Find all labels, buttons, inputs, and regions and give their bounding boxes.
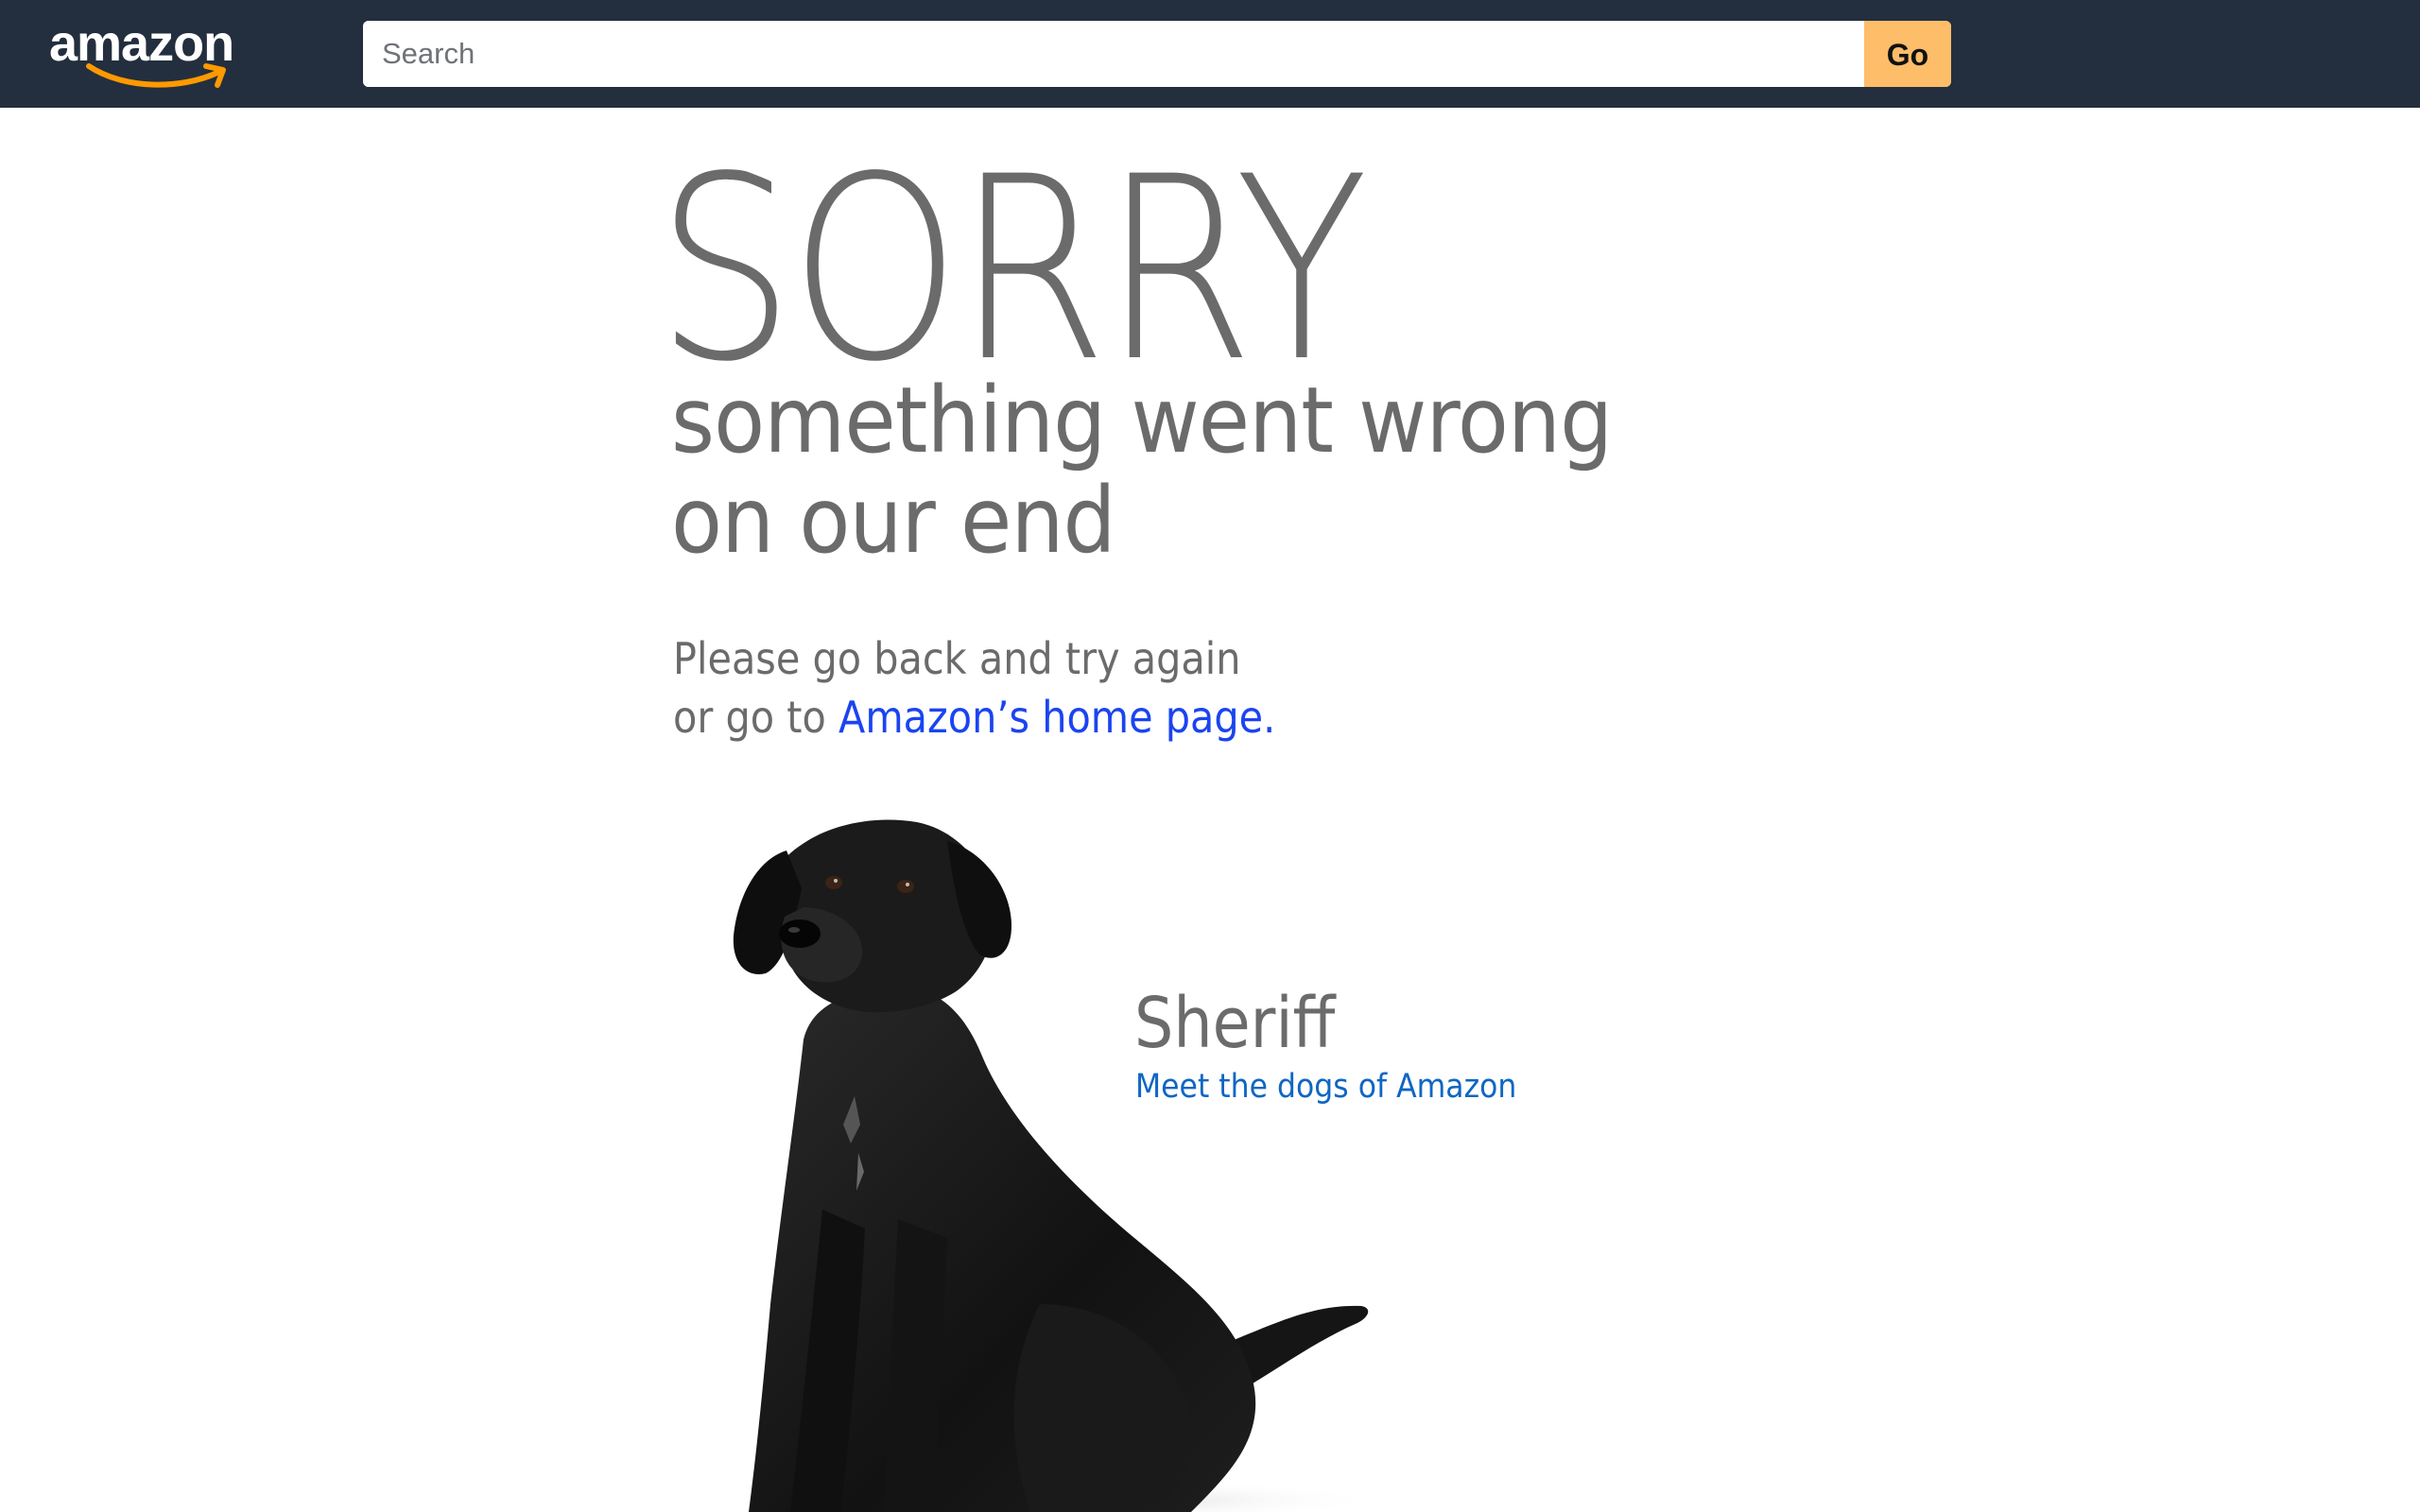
message-line-2-prefix: or go to (673, 692, 839, 743)
home-page-link[interactable]: Amazon’s home page. (838, 692, 1275, 743)
search-input[interactable] (363, 21, 1864, 87)
message-line-1: Please go back and try again (673, 633, 1241, 684)
dog-photo (733, 819, 1380, 1512)
message-line-2: or go to Amazon’s home page. (673, 688, 1275, 747)
meet-the-dogs-link[interactable]: Meet the dogs of Amazon (1135, 1065, 1516, 1108)
error-headline: something went wrong on our end (671, 368, 1613, 574)
amazon-logo[interactable]: amazon (49, 13, 248, 89)
error-message: Please go back and try again or go to Am… (673, 629, 1275, 747)
logo-smile-icon (86, 63, 226, 88)
headline-line-1: something went wrong (671, 368, 1613, 473)
top-nav-bar: amazon Go (0, 0, 2420, 108)
headline-line-2: on our end (671, 468, 1116, 574)
dog-name: Sheriff (1134, 983, 1336, 1064)
search-bar: Go (363, 21, 1951, 87)
go-button[interactable]: Go (1864, 21, 1951, 87)
